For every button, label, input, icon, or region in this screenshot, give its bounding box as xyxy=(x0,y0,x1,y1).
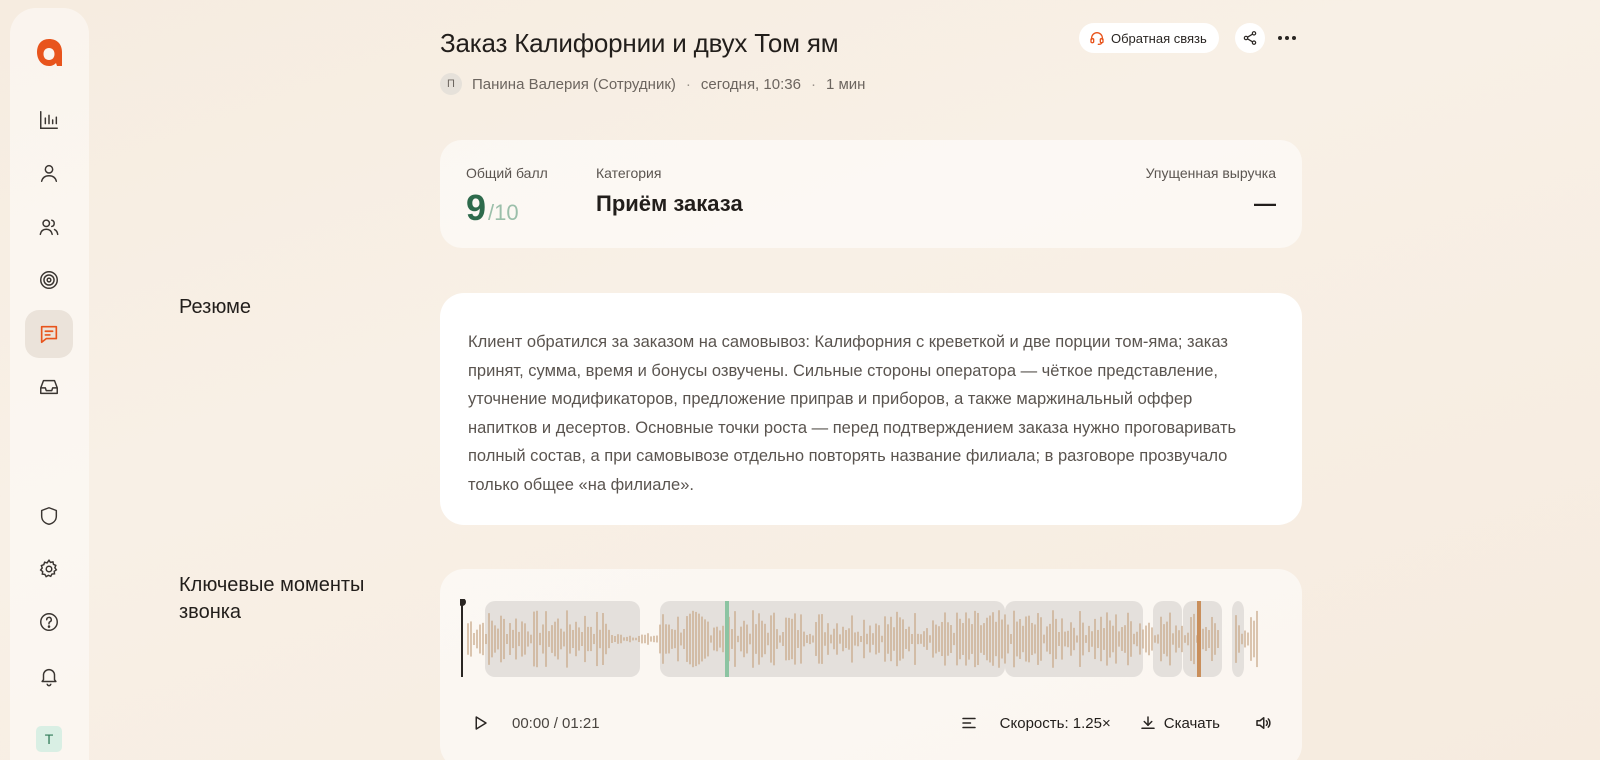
meta-separator: · xyxy=(685,75,691,93)
sidebar-item-security[interactable] xyxy=(25,492,73,540)
sidebar-item-help[interactable] xyxy=(25,598,73,646)
key-moment-segment[interactable] xyxy=(485,601,640,677)
feedback-label: Обратная связь xyxy=(1111,30,1207,46)
overall-score: Общий балл 9 /10 xyxy=(466,165,548,229)
author-name[interactable]: Панина Валерия (Сотрудник) xyxy=(472,76,676,93)
inbox-icon xyxy=(40,379,58,395)
lost-revenue-label: Упущенная выручка xyxy=(1145,165,1276,181)
lost-revenue: Упущенная выручка — xyxy=(1146,165,1276,217)
sidebar-item-team[interactable] xyxy=(25,203,73,251)
summary-text: Клиент обратился за заказом на самовывоз… xyxy=(468,333,1237,494)
bell-icon xyxy=(41,668,57,687)
play-button[interactable] xyxy=(466,709,494,737)
play-icon xyxy=(475,716,487,730)
download-label: Скачать xyxy=(1163,714,1220,732)
score-card: Общий балл 9 /10 Категория Приём заказа … xyxy=(440,140,1302,248)
feedback-button[interactable]: Обратная связь xyxy=(1079,23,1219,53)
user-icon xyxy=(40,164,58,182)
score-max: /10 xyxy=(488,200,519,225)
key-moment-segment[interactable] xyxy=(660,601,1005,677)
user-avatar[interactable]: Т xyxy=(36,726,62,752)
sidebar-item-settings[interactable] xyxy=(25,545,73,593)
more-options-button[interactable] xyxy=(1272,23,1302,53)
playback-speed[interactable]: Скорость: 1.25× xyxy=(1000,715,1111,732)
sidebar-item-notifications[interactable] xyxy=(25,652,73,700)
target-icon xyxy=(40,271,58,289)
share-button[interactable] xyxy=(1235,23,1265,53)
help-icon xyxy=(40,613,58,631)
playhead-handle[interactable] xyxy=(460,599,466,606)
share-icon xyxy=(1243,31,1257,45)
playback-time: 00:00 / 01:21 xyxy=(512,714,600,732)
sidebar-item-calls[interactable] xyxy=(25,310,73,358)
bar-chart-icon xyxy=(40,111,58,129)
call-date: сегодня, 10:36 xyxy=(700,75,801,93)
align-left-icon xyxy=(961,717,976,729)
call-duration: 1 мин xyxy=(825,75,866,93)
download-icon xyxy=(1141,716,1155,729)
lost-revenue-value: — xyxy=(1254,191,1276,216)
waveform-svg[interactable] xyxy=(460,599,1280,679)
volume-button[interactable] xyxy=(1254,714,1272,732)
shield-icon xyxy=(40,507,58,525)
chat-message-icon xyxy=(40,325,58,344)
transcript-toggle-button[interactable] xyxy=(960,714,978,732)
moment-marker-green[interactable] xyxy=(725,601,729,677)
users-icon xyxy=(39,219,59,236)
call-meta: П Панина Валерия (Сотрудник) · сегодня, … xyxy=(440,73,865,95)
sidebar-item-inbox[interactable] xyxy=(25,363,73,411)
category-value: Приём заказа xyxy=(596,191,743,216)
gear-icon xyxy=(39,559,58,578)
sidebar-item-profile[interactable] xyxy=(25,149,73,197)
headset-icon xyxy=(1090,32,1104,45)
score-label: Общий балл xyxy=(466,165,548,181)
page-title: Заказ Калифорнии и двух Том ям xyxy=(440,28,839,58)
key-moments-heading: Ключевые моменты звонка xyxy=(179,574,365,623)
score-value: 9 xyxy=(466,187,487,228)
sidebar-item-goals[interactable] xyxy=(25,256,73,304)
category: Категория Приём заказа xyxy=(596,165,743,217)
key-moments-card: 00:00 / 01:21 Скорость: 1.25× Скачать xyxy=(440,569,1302,760)
summary-heading: Резюме xyxy=(179,296,251,318)
category-label: Категория xyxy=(596,165,662,181)
download-button[interactable]: Скачать xyxy=(1139,714,1220,732)
sidebar-item-analytics[interactable] xyxy=(25,96,73,144)
audio-waveform[interactable] xyxy=(460,599,1280,679)
more-horizontal-icon xyxy=(1278,36,1296,40)
sidebar: Т xyxy=(10,8,89,760)
author-avatar: П xyxy=(440,73,462,95)
summary-card: Клиент обратился за заказом на самовывоз… xyxy=(440,293,1302,525)
app-logo-icon[interactable] xyxy=(32,36,66,70)
audio-player-controls: 00:00 / 01:21 Скорость: 1.25× Скачать xyxy=(460,709,1280,737)
meta-separator: · xyxy=(810,75,816,93)
volume-icon xyxy=(1256,717,1271,729)
moment-marker-orange[interactable] xyxy=(1197,601,1201,677)
